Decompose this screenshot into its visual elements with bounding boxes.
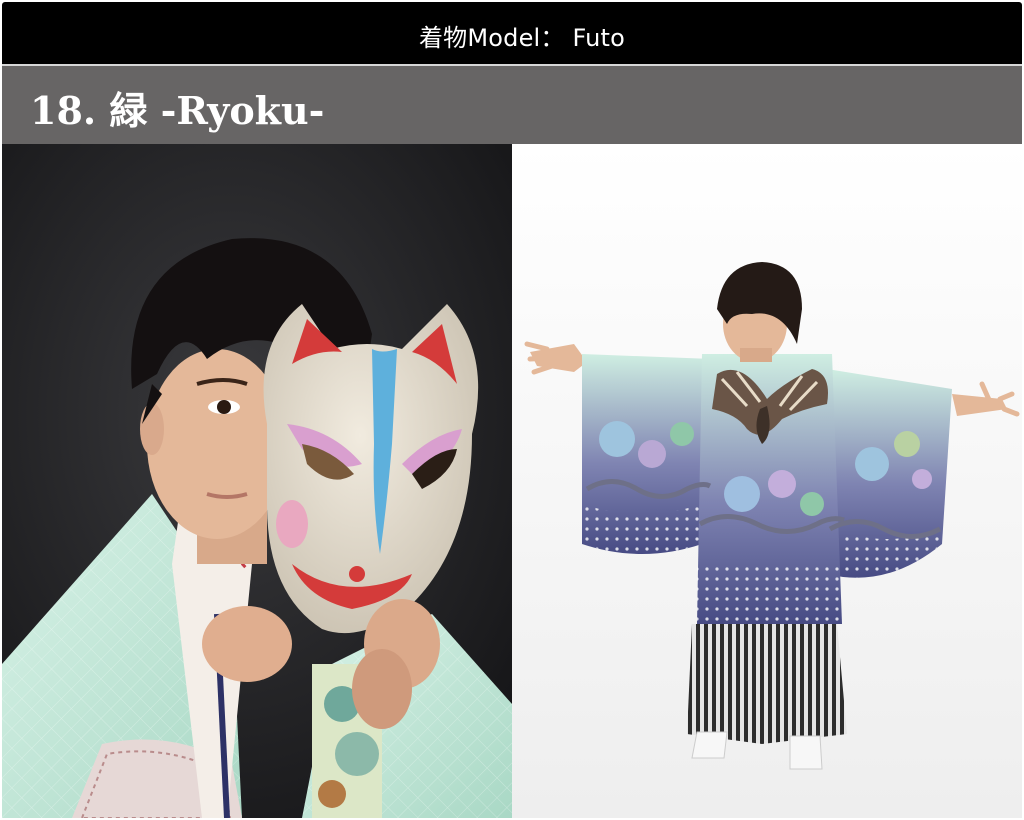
fox-mask-illustration: [2, 144, 512, 818]
page-title: 18. 緑 -Ryoku-: [30, 88, 325, 133]
boy-back-view-kimono-photo: [512, 144, 1022, 818]
boy-with-fox-mask-photo: [2, 144, 512, 818]
header-bar: 着物Model： Futo: [2, 2, 1022, 64]
model-label: 着物Model： Futo: [418, 24, 626, 52]
back-view-illustration: [512, 144, 1022, 818]
title-bar: 18. 緑 -Ryoku-: [2, 64, 1022, 144]
page-frame: 着物Model： Futo 18. 緑 -Ryoku-: [0, 0, 1024, 820]
photo-gallery: [2, 144, 1022, 818]
